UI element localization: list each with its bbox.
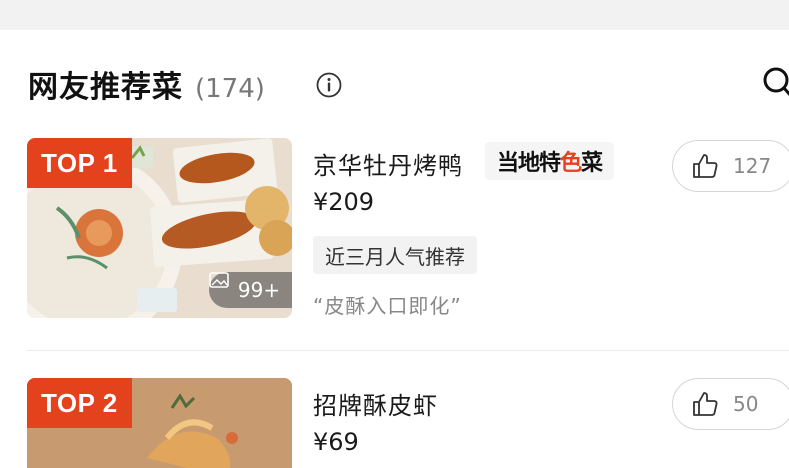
dish-price: ¥69 [313,428,359,456]
local-specialty-tag: 当地特色菜 [485,142,615,180]
dish-photo[interactable]: TOP 2 [27,378,292,468]
dish-price: ¥209 [313,188,375,216]
search-icon[interactable] [762,66,789,100]
dish-item[interactable]: TOP 2 招牌酥皮虾 ¥69 50 [0,378,789,468]
like-button[interactable]: 127 [672,140,789,192]
like-count: 127 [733,154,772,178]
section-header: 网友推荐菜 (174) [28,62,265,112]
photo-count-pill[interactable]: 99+ [209,272,292,308]
section-title: 网友推荐菜 [28,70,183,105]
section-count: (174) [195,74,265,104]
like-button[interactable]: 50 [672,378,789,430]
like-count: 50 [733,392,759,416]
recommend-tag: 近三月人气推荐 [313,236,477,274]
thumbs-up-icon [693,154,718,178]
local-tag-part-b: 色 [560,151,582,176]
dish-name[interactable]: 招牌酥皮虾 [313,386,438,421]
photo-count: 99+ [237,278,281,302]
dish-photo[interactable]: TOP 1 99+ [27,138,292,318]
rank-badge: TOP 1 [27,138,132,188]
image-icon [209,272,229,288]
top-gray-band [0,0,789,30]
thumbs-up-icon [693,392,718,416]
review-quote: “皮酥入口即化” [313,294,462,318]
list-divider [27,350,789,351]
local-tag-part-c: 菜 [581,151,603,176]
rank-badge: TOP 2 [27,378,132,428]
dish-item[interactable]: TOP 1 99+ 京华牡丹烤鸭 当地特色菜 ¥209 近三月人气推荐 “皮酥入… [0,138,789,318]
local-tag-part-a: 当地特 [497,151,561,176]
info-circle-icon[interactable] [316,72,342,98]
dish-name[interactable]: 京华牡丹烤鸭 [313,146,463,181]
